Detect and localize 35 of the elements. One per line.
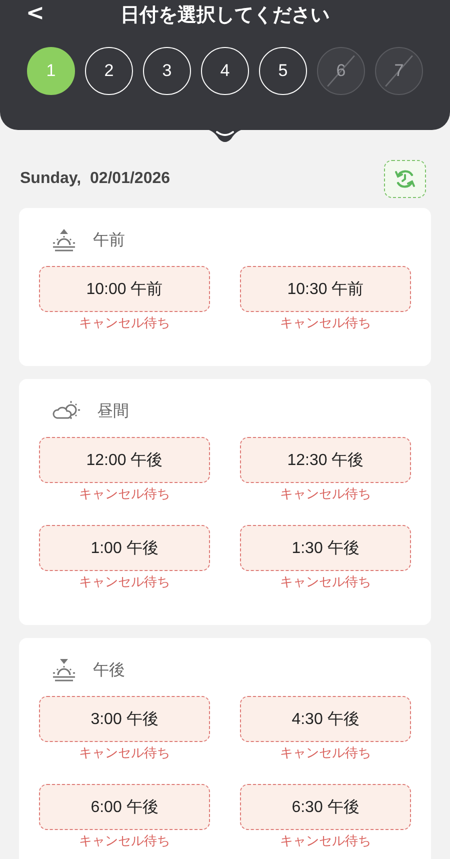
day-button[interactable]: 3 (143, 47, 191, 95)
waitlist-label: キャンセル待ち (79, 833, 170, 850)
time-slot-button[interactable]: 12:00 午後 (39, 437, 210, 483)
day-button: 7 (375, 47, 423, 95)
time-slot-button[interactable]: 1:00 午後 (39, 525, 210, 571)
waitlist-label: キャンセル待ち (280, 833, 371, 850)
time-slot-button[interactable]: 12:30 午後 (240, 437, 411, 483)
section-title: 昼間 (97, 400, 129, 422)
waitlist-label: キャンセル待ち (280, 574, 371, 591)
time-slot-button[interactable]: 3:00 午後 (39, 696, 210, 742)
waitlist-label: キャンセル待ち (79, 315, 170, 332)
day-button: 6 (317, 47, 365, 95)
waitlist-label: キャンセル待ち (280, 745, 371, 762)
time-slot-button[interactable]: 1:30 午後 (240, 525, 411, 571)
waitlist-label: キャンセル待ち (79, 745, 170, 762)
sun-horizon-icon (51, 658, 77, 682)
selected-date: Sunday, 02/01/2026 (20, 170, 170, 188)
back-button[interactable]: < (22, 0, 48, 28)
time-slot-button[interactable]: 10:00 午前 (39, 266, 210, 312)
waitlist-label: キャンセル待ち (280, 315, 371, 332)
time-slot-button[interactable]: 6:30 午後 (240, 784, 411, 830)
page-title: 日付を選択してください (120, 3, 330, 28)
day-button[interactable]: 2 (85, 47, 133, 95)
day-button[interactable]: 4 (201, 47, 249, 95)
clock-refresh-icon (393, 167, 417, 191)
time-slot-button[interactable]: 6:00 午後 (39, 784, 210, 830)
waitlist-label: キャンセル待ち (280, 486, 371, 503)
section-title: 午前 (93, 230, 125, 250)
time-slot-button[interactable]: 4:30 午後 (240, 696, 411, 742)
section-title: 午後 (93, 660, 125, 680)
time-slot-button[interactable]: 10:30 午前 (240, 266, 411, 312)
waitlist-label: キャンセル待ち (79, 574, 170, 591)
sun-horizon-icon (51, 228, 77, 252)
waitlist-label: キャンセル待ち (79, 486, 170, 503)
day-button[interactable]: 5 (259, 47, 307, 95)
